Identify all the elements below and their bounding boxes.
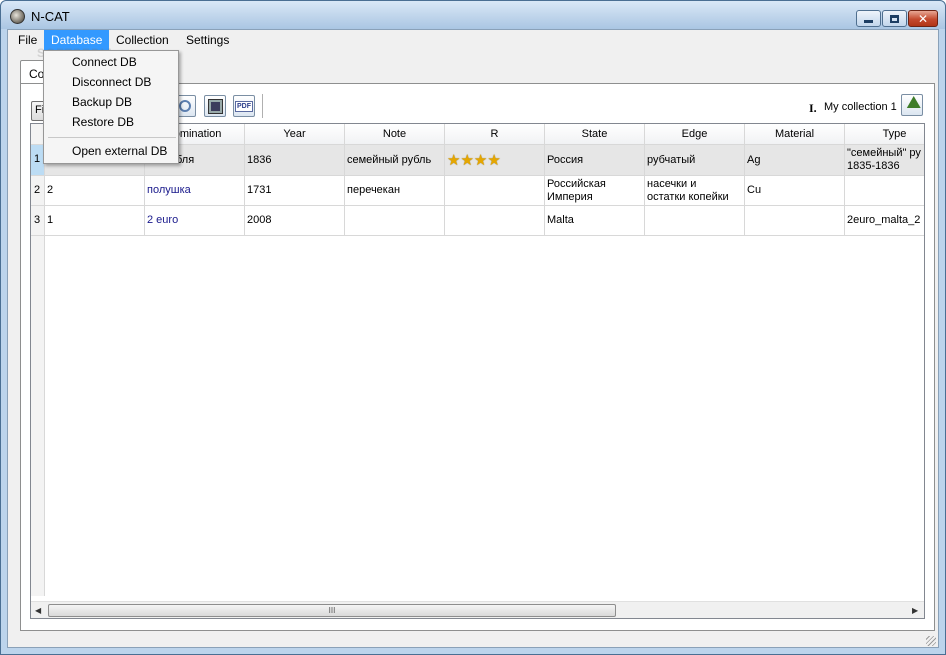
menu-item-connect-db[interactable]: Connect DB [45,53,177,73]
table-cell-rating[interactable]: ★ ★ ★ ★ [445,145,545,176]
menu-bar: File Database Collection Settings [8,30,938,51]
star-icon: ★ [473,151,488,169]
table-cell-edge[interactable]: рубчатый [645,145,745,176]
table-cell-state[interactable]: Россия [545,145,645,176]
app-window: N-CAT ✕ File Database Collection Setting… [0,0,946,655]
pdf-icon: PDF [235,100,253,112]
table-cell-material[interactable] [745,206,845,236]
coin-app-icon [10,9,25,24]
table-cell-note[interactable]: перечекан [345,176,445,206]
close-icon: ✕ [917,11,929,26]
pdf-export-button[interactable]: PDF [233,95,255,117]
chip-icon [208,99,222,113]
menu-separator [48,137,176,138]
table-cell-material[interactable]: Ag [745,145,845,176]
table-cell-type[interactable]: 2euro_malta_2 [845,206,924,236]
column-header-note[interactable]: Note [345,124,445,145]
star-icon: ★ [487,151,501,169]
menu-item-open-external-db[interactable]: Open external DB [45,142,177,162]
menu-settings[interactable]: Settings [179,30,236,51]
maximize-button[interactable] [882,10,907,27]
window-title: N-CAT [31,9,70,24]
table-cell-material[interactable]: Cu [745,176,845,206]
column-header-year[interactable]: Year [245,124,345,145]
row-header-filler [31,236,45,596]
table-cell-rating[interactable] [445,176,545,206]
collection-numeral: I. [809,101,817,115]
maximize-icon [890,14,899,23]
horizontal-scrollbar[interactable]: ◀ III ▶ [31,601,924,618]
minimize-button[interactable] [856,10,881,27]
collection-name: My collection 1 [824,101,897,113]
chip-tool-button[interactable] [204,95,226,117]
table-cell-rating[interactable] [445,206,545,236]
table-cell-year[interactable]: 2008 [245,206,345,236]
table-cell-year[interactable]: 1731 [245,176,345,206]
star-icon: ★ [460,151,474,169]
table-cell-type[interactable]: "семейный" ру 1835-1836 [845,145,924,176]
column-header-type[interactable]: Type [845,124,924,145]
menu-item-disconnect-db[interactable]: Disconnect DB [45,73,177,93]
collection-panel: Fi PDF I. My collection 1 nomination Yea… [20,83,935,631]
row-header[interactable]: 3 [31,206,45,236]
table-cell-year[interactable]: 1836 [245,145,345,176]
table-cell-state[interactable]: Malta [545,206,645,236]
scroll-left-icon[interactable]: ◀ [35,606,41,615]
scroll-right-icon[interactable]: ▶ [912,606,918,615]
star-icon: ★ [447,151,461,169]
table-cell[interactable]: 2 [45,176,145,206]
menu-item-backup-db[interactable]: Backup DB [45,93,177,113]
title-bar[interactable]: N-CAT ✕ [1,1,945,29]
status-bar [8,633,938,647]
table-cell-denomination[interactable]: 2 euro [145,206,245,236]
table-cell-note[interactable]: семейный рубль [345,145,445,176]
table-cell[interactable]: 1 [45,206,145,236]
arrow-icon [903,95,921,115]
column-header-edge[interactable]: Edge [645,124,745,145]
resize-grip-icon[interactable] [926,636,936,646]
column-header-state[interactable]: State [545,124,645,145]
column-header-rating[interactable]: R [445,124,545,145]
coins-table[interactable]: nomination Year Note R State Edge Materi… [30,123,925,619]
table-cell-type[interactable] [845,176,924,206]
menu-item-restore-db[interactable]: Restore DB [45,113,177,133]
table-cell-state[interactable]: Российская Империя [545,176,645,206]
database-menu: Connect DB Disconnect DB Backup DB Resto… [43,50,179,164]
column-header-material[interactable]: Material [745,124,845,145]
minimize-icon [864,20,873,23]
scrollbar-thumb[interactable]: III [48,604,616,617]
table-cell-denomination[interactable]: полушка [145,176,245,206]
rating-stars: ★ ★ ★ ★ [447,151,501,169]
toolbar-separator [262,94,263,118]
row-header[interactable]: 2 [31,176,45,206]
menu-collection[interactable]: Collection [109,30,176,51]
table-cell-edge[interactable] [645,206,745,236]
table-cell-edge[interactable]: насечки и остатки копейки [645,176,745,206]
search-icon [179,100,191,112]
close-button[interactable]: ✕ [908,10,938,27]
table-cell-note[interactable] [345,206,445,236]
switch-collection-button[interactable] [901,94,923,116]
